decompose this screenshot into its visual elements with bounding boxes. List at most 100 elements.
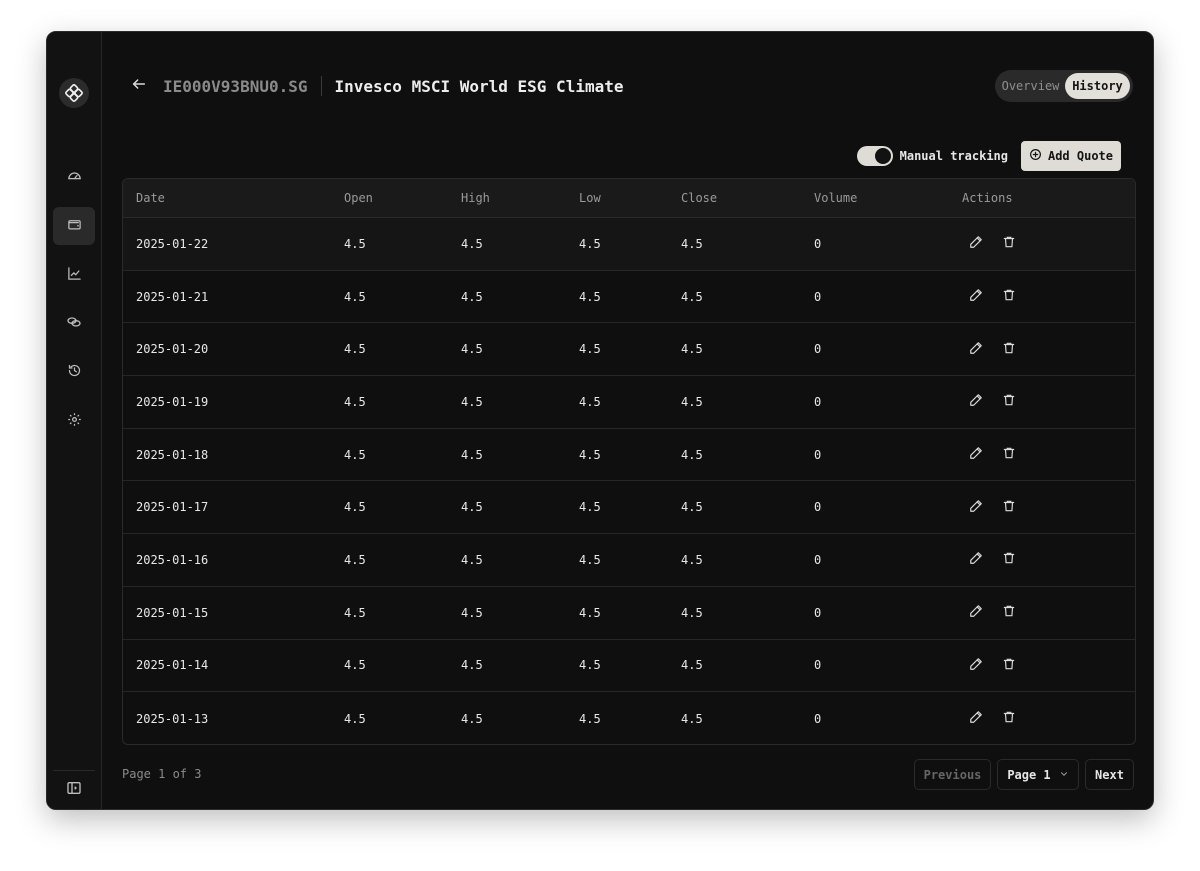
- quote-history-table: Date Open High Low Close Volume Actions …: [122, 178, 1136, 745]
- cell-volume: 0: [814, 658, 822, 673]
- row-actions: [966, 692, 1019, 744]
- edit-button[interactable]: [966, 709, 986, 729]
- edit-button[interactable]: [966, 655, 986, 675]
- edit-button[interactable]: [966, 234, 986, 254]
- delete-button[interactable]: [999, 392, 1019, 412]
- cell-date: 2025-01-19: [136, 394, 209, 409]
- cell-volume: 0: [814, 500, 822, 515]
- row-actions: [966, 587, 1019, 639]
- table-header: Date Open High Low Close Volume Actions: [123, 179, 1135, 218]
- pencil-icon: [969, 604, 983, 621]
- delete-button[interactable]: [999, 287, 1019, 307]
- delete-button[interactable]: [999, 603, 1019, 623]
- delete-button[interactable]: [999, 709, 1019, 729]
- cell-low: 4.5: [579, 447, 601, 462]
- cell-high: 4.5: [461, 447, 483, 462]
- table-row: 2025-01-16 4.5 4.5 4.5 4.5 0: [123, 534, 1135, 587]
- table-row: 2025-01-21 4.5 4.5 4.5 4.5 0: [123, 271, 1135, 324]
- settings-gear-icon: [67, 412, 82, 431]
- trash-icon: [1002, 393, 1016, 410]
- cell-volume: 0: [814, 447, 822, 462]
- dashboard-gauge-icon: [67, 168, 82, 187]
- cell-open: 4.5: [344, 447, 366, 462]
- delete-button[interactable]: [999, 234, 1019, 254]
- header-divider: [320, 76, 322, 96]
- cell-low: 4.5: [579, 711, 601, 726]
- edit-button[interactable]: [966, 550, 986, 570]
- manual-tracking-toggle[interactable]: [856, 146, 893, 166]
- delete-button[interactable]: [999, 497, 1019, 517]
- next-page-button[interactable]: Next: [1085, 759, 1134, 790]
- column-header-open[interactable]: Open: [344, 179, 373, 217]
- previous-page-button[interactable]: Previous: [914, 759, 991, 790]
- delete-button[interactable]: [999, 655, 1019, 675]
- cell-high: 4.5: [461, 236, 483, 251]
- sidebar-item-settings[interactable]: [53, 402, 95, 440]
- wallet-icon: [67, 217, 82, 236]
- table-body: 2025-01-22 4.5 4.5 4.5 4.5 0 2025-01-21 4.5 4.5 4…: [123, 218, 1135, 744]
- add-quote-button[interactable]: Add Quote: [1021, 141, 1121, 171]
- page-summary: Page 1 of 3: [122, 767, 202, 781]
- delete-button[interactable]: [999, 445, 1019, 465]
- back-button[interactable]: [129, 76, 149, 96]
- cell-low: 4.5: [579, 342, 601, 357]
- edit-button[interactable]: [966, 392, 986, 412]
- cell-date: 2025-01-21: [136, 289, 209, 304]
- page-select[interactable]: Page 1: [997, 759, 1079, 790]
- row-actions: [966, 218, 1019, 270]
- sidebar-item-activity[interactable]: [53, 353, 95, 391]
- tab-history[interactable]: History: [1065, 73, 1130, 99]
- edit-button[interactable]: [966, 287, 986, 307]
- sidebar-divider: [53, 770, 95, 771]
- cell-high: 4.5: [461, 552, 483, 567]
- column-header-low[interactable]: Low: [579, 179, 601, 217]
- history-controls: Manual tracking Add Quote: [856, 141, 1121, 171]
- sidebar-item-income[interactable]: [53, 305, 95, 343]
- cell-high: 4.5: [461, 658, 483, 673]
- table-row: 2025-01-20 4.5 4.5 4.5 4.5 0: [123, 323, 1135, 377]
- main-content: IE000V93BNU0.SG Invesco MSCI World ESG C…: [103, 32, 1153, 809]
- sidebar-item-performance[interactable]: [53, 256, 95, 294]
- view-tabs: Overview History: [995, 70, 1133, 102]
- cell-open: 4.5: [344, 605, 366, 620]
- edit-button[interactable]: [966, 603, 986, 623]
- cell-close: 4.5: [681, 500, 703, 515]
- delete-button[interactable]: [999, 550, 1019, 570]
- column-header-volume[interactable]: Volume: [814, 179, 857, 217]
- edit-button[interactable]: [966, 445, 986, 465]
- plus-circle-icon: [1029, 148, 1042, 164]
- cell-high: 4.5: [461, 289, 483, 304]
- app-logo[interactable]: [59, 78, 89, 108]
- sidebar-item-holdings[interactable]: [53, 207, 95, 245]
- pencil-icon: [969, 288, 983, 305]
- tab-overview[interactable]: Overview: [998, 73, 1063, 99]
- edit-button[interactable]: [966, 497, 986, 517]
- trash-icon: [1002, 341, 1016, 358]
- pencil-icon: [969, 341, 983, 358]
- column-header-date[interactable]: Date: [136, 179, 165, 217]
- cell-volume: 0: [814, 605, 822, 620]
- cell-volume: 0: [814, 711, 822, 726]
- sidebar-collapse-button[interactable]: [53, 775, 95, 805]
- cell-date: 2025-01-14: [136, 658, 209, 673]
- sidebar-item-dashboard[interactable]: [53, 158, 95, 196]
- pagination: Previous Page 1 Next: [914, 759, 1134, 790]
- cell-low: 4.5: [579, 289, 601, 304]
- cell-close: 4.5: [681, 342, 703, 357]
- row-actions: [966, 271, 1019, 323]
- cell-high: 4.5: [461, 500, 483, 515]
- cell-low: 4.5: [579, 605, 601, 620]
- pencil-icon: [969, 551, 983, 568]
- pencil-icon: [969, 235, 983, 252]
- cell-volume: 0: [814, 289, 822, 304]
- column-header-close[interactable]: Close: [681, 179, 717, 217]
- row-actions: [966, 376, 1019, 428]
- cell-date: 2025-01-15: [136, 605, 209, 620]
- toggle-knob: [874, 148, 891, 164]
- column-header-high[interactable]: High: [461, 179, 490, 217]
- cell-close: 4.5: [681, 447, 703, 462]
- delete-button[interactable]: [999, 339, 1019, 359]
- edit-button[interactable]: [966, 339, 986, 359]
- cell-open: 4.5: [344, 236, 366, 251]
- cell-open: 4.5: [344, 711, 366, 726]
